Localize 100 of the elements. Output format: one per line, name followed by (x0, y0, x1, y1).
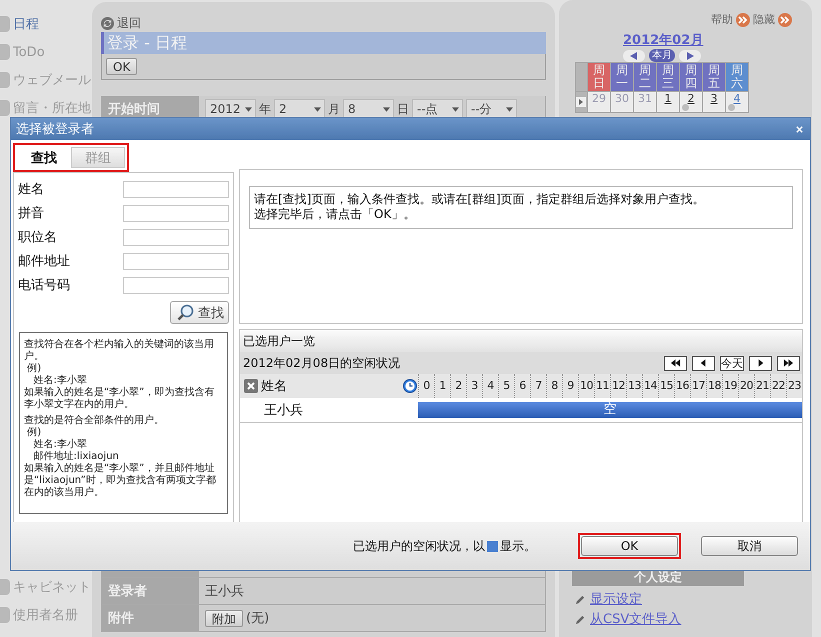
input-field[interactable] (123, 228, 229, 246)
this-month-button[interactable]: 本月 (649, 49, 675, 62)
weekday-header: 周日 (588, 63, 610, 91)
dropdown[interactable]: 2 (274, 99, 325, 119)
column-header: 姓名 (261, 378, 287, 395)
app-icon (0, 44, 10, 60)
hour-label: 16 (674, 374, 690, 398)
hour-label: 11 (594, 374, 610, 398)
hour-label: 22 (770, 374, 786, 398)
hour-label: 23 (786, 374, 802, 398)
field-label: 登录者 (102, 578, 199, 604)
next-button[interactable] (749, 356, 772, 370)
help-text: 例) (26, 363, 42, 375)
pencil-icon (575, 594, 586, 604)
weekday-header: 周五 (703, 63, 725, 91)
hour-label: 1 (434, 374, 450, 398)
help-text: 邮件地址:lixiaojun (32, 451, 120, 462)
hour-label: 2 (450, 374, 466, 398)
search-button[interactable]: 查找 (170, 301, 229, 324)
weekday-header: 周六 (726, 63, 748, 91)
help-text: 如果输入的姓名是“李小翠”，即为查找含有李小翠文字在内的用户。 (24, 387, 216, 411)
field-label: 附件 (102, 605, 199, 631)
dropdown[interactable]: --分 (466, 99, 517, 119)
dropdown[interactable]: 8 (343, 99, 394, 119)
field-label: 拼音 (18, 205, 44, 222)
hour-label: 5 (498, 374, 514, 398)
field-label: 职位名 (18, 229, 57, 246)
today-button[interactable]: 今天 (720, 356, 744, 370)
double-left-arrow-icon (670, 359, 681, 367)
hour-label: 21 (754, 374, 770, 398)
free-time-bar: 空 (418, 402, 802, 418)
previous-button[interactable] (692, 356, 715, 370)
search-icon (177, 304, 195, 322)
hour-label: 20 (738, 374, 754, 398)
hour-label: 17 (690, 374, 706, 398)
help-link[interactable]: 帮助 (711, 12, 733, 27)
app-icon (0, 607, 10, 623)
dropdown[interactable]: --点 (412, 99, 463, 119)
weekday-header: 周四 (680, 63, 702, 91)
hour-label: 0 (418, 374, 434, 398)
help-text: 如果输入的姓名是“李小翠”，并且邮件地址是“lixiaojun”时，即为查找含有两项文字都在内的该当用户。 (24, 463, 217, 499)
sidebar-item[interactable]: 日程 (13, 15, 39, 33)
hour-label: 4 (482, 374, 498, 398)
hour-label: 18 (706, 374, 722, 398)
legend-text: 显示。 (500, 538, 536, 554)
input-field[interactable] (123, 204, 229, 222)
date-label: 2012年02月08日的空闲状况 (243, 354, 400, 372)
panel-header: 已选用户一览 (243, 332, 315, 350)
last-button[interactable] (777, 356, 800, 370)
close-icon[interactable] (795, 124, 804, 134)
hour-label: 7 (530, 374, 546, 398)
settings-link[interactable]: 显示设定 (590, 590, 642, 608)
hour-label: 9 (562, 374, 578, 398)
dialog-title: 选择被登录者 (16, 121, 94, 138)
hide-link[interactable]: 隐藏 (753, 12, 775, 27)
back-link[interactable]: 退回 (117, 14, 141, 32)
first-button[interactable] (664, 356, 687, 370)
hour-label: 8 (546, 374, 562, 398)
legend-text: 已选用户的空闲状况，以 (353, 538, 485, 554)
help-text: 姓名:李小翠 (32, 375, 88, 386)
help-text: 查找的是符合全部条件的用户。 (24, 415, 165, 427)
clock-icon[interactable] (403, 379, 417, 393)
cancel-button[interactable]: 取消 (701, 536, 798, 556)
weekday-header: 周三 (657, 63, 679, 91)
caret-icon (314, 106, 321, 112)
weekday-header: 周一 (611, 63, 633, 91)
input-field[interactable] (123, 276, 229, 294)
week-arrow-icon[interactable] (576, 97, 586, 107)
app-icon (0, 16, 10, 32)
caret-icon (245, 106, 252, 112)
hour-label: 13 (626, 374, 642, 398)
hour-label: 12 (610, 374, 626, 398)
pencil-icon (575, 614, 586, 624)
attach-button[interactable]: 附加 (205, 610, 243, 626)
unit-label: 日 (397, 100, 409, 118)
ok-button[interactable]: OK (581, 536, 678, 556)
remove-all-icon[interactable] (244, 379, 258, 393)
hour-label: 3 (466, 374, 482, 398)
field-label: 邮件地址 (18, 253, 70, 270)
month-link[interactable]: 2012年02月 (623, 31, 704, 49)
caret-icon (506, 106, 513, 112)
unit-label: 月 (328, 100, 340, 118)
previous-month-icon[interactable] (623, 50, 645, 62)
field-label: 电话号码 (18, 277, 70, 294)
hour-label: 15 (658, 374, 674, 398)
input-field[interactable] (123, 180, 229, 198)
settings-link[interactable]: 从CSV文件导入 (590, 610, 682, 628)
user-name: 王小兵 (264, 402, 303, 419)
hour-label: 6 (514, 374, 530, 398)
hour-label: 14 (642, 374, 658, 398)
help-text: 查找符合在各个栏内输入的关键词的该当用户。 (24, 339, 215, 363)
double-arrow-icon[interactable] (778, 12, 792, 26)
app-icon (0, 100, 10, 116)
input-field[interactable] (123, 252, 229, 270)
weekday-header: 周二 (634, 63, 656, 91)
instruction-text: 选择完毕后，请点击「OK」。 (254, 207, 416, 222)
ok-button[interactable]: OK (106, 58, 138, 75)
next-month-icon[interactable] (679, 50, 701, 62)
double-arrow-icon[interactable] (736, 12, 750, 26)
dropdown[interactable]: 2012 (205, 99, 256, 119)
